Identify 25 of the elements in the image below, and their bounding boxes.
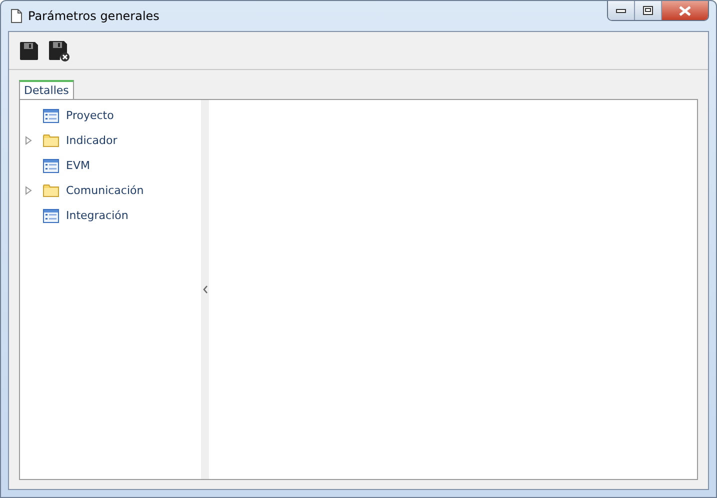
tree-item[interactable]: Indicador: [66, 134, 118, 147]
expand-arrow-icon[interactable]: [25, 186, 32, 195]
save-icon: [19, 40, 39, 60]
form-icon: [43, 108, 59, 122]
save-close-icon: [48, 40, 70, 62]
tree-item[interactable]: Comunicación: [66, 184, 144, 197]
maximize-button[interactable]: [635, 1, 662, 20]
save-button[interactable]: [18, 40, 40, 62]
close-icon: [679, 6, 691, 16]
maximize-icon: [643, 6, 653, 15]
folder-icon: [43, 134, 59, 147]
document-icon: [11, 9, 22, 23]
tab[interactable]: Detalles: [19, 80, 74, 99]
save-close-button[interactable]: [48, 40, 70, 62]
folder-icon: [43, 184, 59, 197]
window-title: Parámetros generales: [28, 9, 160, 23]
close-button[interactable]: [662, 1, 708, 20]
tree-item[interactable]: Proyecto: [66, 109, 114, 122]
minimize-button[interactable]: [608, 1, 635, 20]
form-icon: [43, 208, 59, 222]
tree-item[interactable]: Integración: [66, 209, 128, 222]
form-icon: [43, 158, 59, 172]
expand-arrow-icon[interactable]: [25, 136, 32, 145]
tree-item[interactable]: EVM: [66, 159, 90, 172]
minimize-icon: [616, 8, 626, 12]
